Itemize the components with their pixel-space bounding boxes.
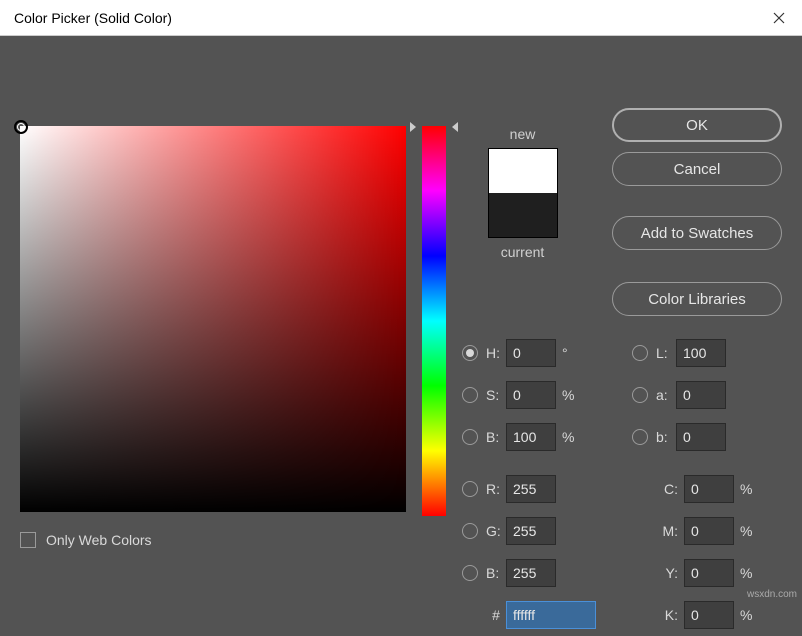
close-icon [773, 12, 785, 24]
window-close-button[interactable] [756, 0, 802, 36]
lab-l-radio[interactable] [632, 345, 648, 361]
green-input[interactable] [506, 517, 556, 545]
lab-l-input[interactable] [676, 339, 726, 367]
hex-input[interactable] [506, 601, 596, 629]
blue-input[interactable] [506, 559, 556, 587]
hue-suffix: ° [556, 345, 580, 361]
brightness-label: B: [486, 429, 506, 445]
lab-b-input[interactable] [676, 423, 726, 451]
red-input[interactable] [506, 475, 556, 503]
lab-a-radio[interactable] [632, 387, 648, 403]
saturation-suffix: % [556, 387, 580, 403]
black-label: K: [656, 607, 684, 623]
saturation-value-field[interactable] [20, 126, 406, 512]
magenta-suffix: % [734, 523, 758, 539]
color-libraries-button[interactable]: Color Libraries [612, 282, 782, 316]
only-web-colors-checkbox[interactable]: Only Web Colors [20, 532, 152, 548]
blue-label: B: [486, 565, 506, 581]
checkbox-icon [20, 532, 36, 548]
cyan-suffix: % [734, 481, 758, 497]
sv-cursor-icon [14, 120, 28, 134]
color-value-fields: H: ° L: S: % a: [462, 332, 792, 636]
yellow-label: Y: [656, 565, 684, 581]
lab-l-label: L: [656, 345, 676, 361]
cancel-button[interactable]: Cancel [612, 152, 782, 186]
yellow-suffix: % [734, 565, 758, 581]
black-input[interactable] [684, 601, 734, 629]
new-color-label: new [470, 126, 575, 142]
green-radio[interactable] [462, 523, 478, 539]
brightness-radio[interactable] [462, 429, 478, 445]
saturation-radio[interactable] [462, 387, 478, 403]
window-title: Color Picker (Solid Color) [14, 10, 172, 26]
red-radio[interactable] [462, 481, 478, 497]
hue-slider[interactable] [422, 126, 446, 516]
titlebar: Color Picker (Solid Color) [0, 0, 802, 36]
hue-input[interactable] [506, 339, 556, 367]
lab-a-label: a: [656, 387, 676, 403]
magenta-label: M: [656, 523, 684, 539]
brightness-input[interactable] [506, 423, 556, 451]
lab-a-input[interactable] [676, 381, 726, 409]
lab-b-radio[interactable] [632, 429, 648, 445]
current-color-swatch[interactable] [488, 193, 558, 238]
brightness-suffix: % [556, 429, 580, 445]
red-label: R: [486, 481, 506, 497]
yellow-input[interactable] [684, 559, 734, 587]
hue-label: H: [486, 345, 506, 361]
black-suffix: % [734, 607, 758, 623]
new-color-swatch [488, 148, 558, 193]
hue-radio[interactable] [462, 345, 478, 361]
color-swatch-preview: new current [470, 126, 575, 266]
hex-label: # [486, 607, 506, 623]
saturation-label: S: [486, 387, 506, 403]
cyan-input[interactable] [684, 475, 734, 503]
saturation-input[interactable] [506, 381, 556, 409]
lab-b-label: b: [656, 429, 676, 445]
ok-button[interactable]: OK [612, 108, 782, 142]
green-label: G: [486, 523, 506, 539]
current-color-label: current [470, 244, 575, 260]
blue-radio[interactable] [462, 565, 478, 581]
magenta-input[interactable] [684, 517, 734, 545]
cyan-label: C: [656, 481, 684, 497]
add-to-swatches-button[interactable]: Add to Swatches [612, 216, 782, 250]
dialog-content: new current OK Cancel Add to Swatches Co… [0, 36, 802, 72]
watermark: wsxdn.com [747, 589, 797, 600]
only-web-colors-label: Only Web Colors [46, 532, 152, 548]
